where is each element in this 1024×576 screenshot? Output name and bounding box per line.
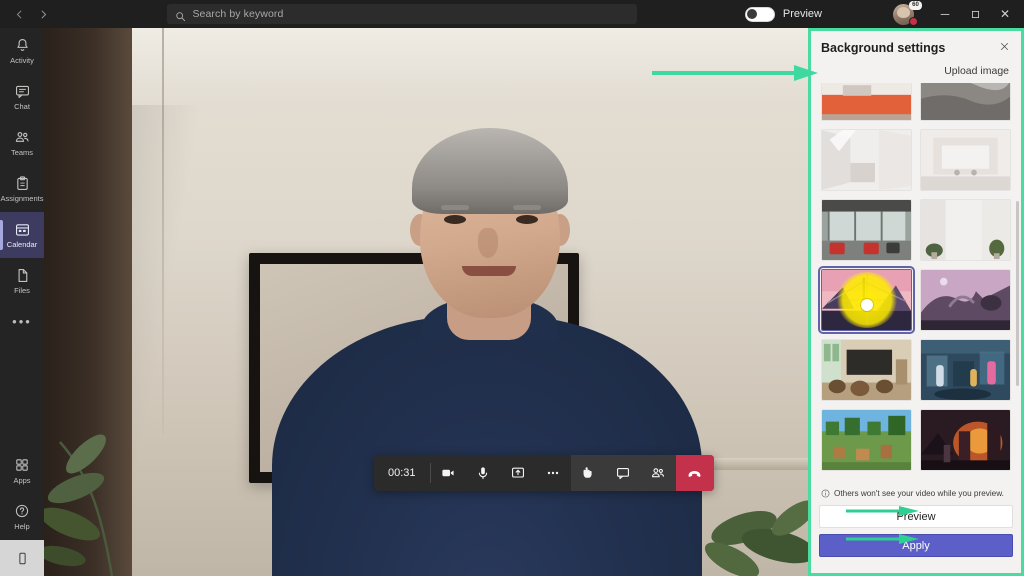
nav-arrows: [0, 3, 60, 25]
plant-left-icon: [44, 434, 114, 576]
sidebar-item-label: Assignments: [0, 194, 44, 203]
thumbnail-purple-canyon-illustration[interactable]: [920, 269, 1011, 331]
apps-icon: [14, 457, 31, 474]
thumbnail-village-game-scene[interactable]: [821, 409, 912, 471]
apply-button[interactable]: Apply: [819, 534, 1013, 557]
sidebar-item-label: Files: [14, 286, 30, 295]
search-input[interactable]: Search by keyword: [167, 4, 638, 24]
sidebar-item-assignments[interactable]: Assignments: [0, 166, 44, 212]
sidebar-item-files[interactable]: Files: [0, 258, 44, 304]
person-video: [272, 56, 702, 576]
help-icon: [14, 503, 31, 520]
maximize-button[interactable]: [960, 1, 990, 27]
teams-icon: [14, 129, 31, 146]
raise-hand-button[interactable]: [571, 455, 606, 491]
sidebar-item-teams[interactable]: Teams: [0, 120, 44, 166]
search-area: Search by keyword: [60, 4, 745, 24]
thumbnail-scifi-interior-illustration[interactable]: [920, 339, 1011, 401]
sidebar-item-label: Chat: [14, 102, 30, 111]
upload-image-button[interactable]: Upload image: [944, 65, 1009, 77]
left-rail: Activity Chat Teams Assignments Calendar: [0, 28, 44, 576]
person-brow-right: [513, 205, 541, 210]
mic-button[interactable]: [466, 455, 501, 491]
preview-toggle-label: Preview: [782, 8, 822, 20]
info-icon: [821, 489, 830, 498]
thumbnail-office-lounge[interactable]: [821, 199, 912, 261]
preview-note: Others won't see your video while you pr…: [819, 487, 1013, 505]
thumbnail-classroom-illustration[interactable]: [821, 339, 912, 401]
person-hair: [412, 128, 568, 214]
preview-toggle-switch[interactable]: [744, 6, 775, 22]
hangup-button[interactable]: [675, 455, 714, 491]
presence-indicator: [909, 17, 918, 26]
more-button[interactable]: [536, 455, 571, 491]
camera-button[interactable]: [431, 455, 466, 491]
sidebar-more-button[interactable]: •••: [0, 304, 44, 338]
panel-footer: Others won't see your video while you pr…: [811, 481, 1021, 573]
search-icon: [175, 9, 186, 21]
person-mouth: [462, 266, 516, 276]
preview-toggle-group[interactable]: Preview: [744, 6, 822, 22]
person-brow-left: [441, 205, 469, 210]
sidebar-item-label: Teams: [10, 148, 34, 157]
sidebar-item-label: Apps: [13, 476, 31, 485]
person-nose: [478, 228, 498, 258]
rail-bottom-group: Apps Help: [0, 448, 44, 576]
sidebar-item-apps[interactable]: Apps: [0, 448, 44, 494]
title-bar: Search by keyword Preview 60 ─ ✕: [0, 0, 1024, 28]
preview-button[interactable]: Preview: [819, 505, 1013, 528]
calendar-icon: [14, 221, 31, 238]
person-eye-left: [444, 215, 466, 224]
background-thumbnail-scroll[interactable]: [811, 83, 1021, 481]
avatar[interactable]: 60: [890, 1, 922, 26]
chat-icon: [14, 83, 31, 100]
sidebar-item-label: Calendar: [6, 240, 38, 249]
search-placeholder: Search by keyword: [192, 8, 284, 20]
background-settings-panel: Background settings Upload image Others …: [808, 28, 1024, 576]
thumbnail-orange-sofa-room[interactable]: [821, 83, 912, 121]
minimize-button[interactable]: ─: [930, 1, 960, 27]
thumbnail-battle-game-scene[interactable]: [920, 409, 1011, 471]
chat-button[interactable]: [606, 455, 641, 491]
thumbnail-white-wall-plants[interactable]: [920, 199, 1011, 261]
close-icon[interactable]: [997, 41, 1011, 55]
sidebar-item-label: Activity: [10, 56, 34, 65]
avatar-badge: 60: [909, 1, 922, 10]
forward-button[interactable]: [32, 3, 54, 25]
share-screen-button[interactable]: [501, 455, 536, 491]
teams-meeting-window: Search by keyword Preview 60 ─ ✕ Activit…: [0, 0, 1024, 576]
mobile-device-icon[interactable]: [0, 540, 44, 576]
people-button[interactable]: [641, 455, 676, 491]
preview-note-text: Others won't see your video while you pr…: [834, 489, 1004, 498]
panel-scrollbar[interactable]: [1016, 201, 1019, 386]
sidebar-item-calendar[interactable]: Calendar: [0, 212, 44, 258]
panel-title: Background settings: [821, 41, 946, 55]
thumbnail-white-bright-interior[interactable]: [821, 129, 912, 191]
cursor-indicator: [860, 298, 873, 311]
background-thumbnail-grid: [818, 83, 1011, 471]
thumbnail-white-minimal-room[interactable]: [920, 129, 1011, 191]
sidebar-item-label: Help: [14, 522, 30, 531]
close-button[interactable]: ✕: [990, 1, 1020, 27]
call-timer: 00:31: [388, 467, 416, 479]
wall-corner: [161, 28, 164, 434]
bell-icon: [14, 37, 31, 54]
thumbnail-grey-abstract-wall[interactable]: [920, 83, 1011, 121]
titlebar-right: Preview 60 ─ ✕: [744, 1, 1024, 27]
clipboard-icon: [14, 175, 31, 192]
person-torso: [272, 316, 702, 576]
sidebar-item-chat[interactable]: Chat: [0, 74, 44, 120]
files-icon: [14, 267, 31, 284]
upload-row: Upload image: [811, 61, 1021, 83]
toggle-knob: [747, 9, 758, 19]
sidebar-item-activity[interactable]: Activity: [0, 28, 44, 74]
panel-header: Background settings: [811, 31, 1021, 61]
sidebar-item-help[interactable]: Help: [0, 494, 44, 540]
call-control-bar: 00:31: [374, 455, 714, 491]
back-button[interactable]: [8, 3, 30, 25]
call-control-group-secondary: [570, 455, 676, 491]
person-eye-right: [516, 215, 538, 224]
thumbnail-bridge-illustration[interactable]: [818, 266, 915, 334]
